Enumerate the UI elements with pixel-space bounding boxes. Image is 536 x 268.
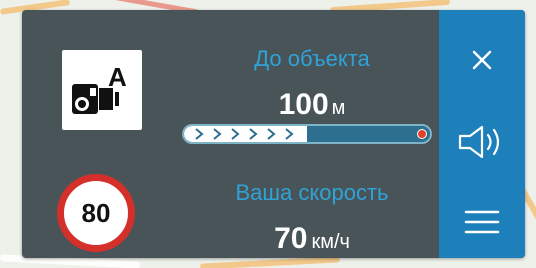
current-speed-unit: км/ч xyxy=(311,231,350,253)
speed-limit-value: 80 xyxy=(81,197,111,228)
current-speed-label: Ваша скорость xyxy=(235,180,389,205)
speed-camera-sign: A xyxy=(62,50,142,130)
close-button[interactable] xyxy=(439,30,525,90)
distance-value: 100 xyxy=(278,88,329,121)
distance-label: До объекта xyxy=(254,46,370,71)
camera-warning-panel: A 80 До объекта 100м Ваша скорость 70к xyxy=(22,10,525,258)
hamburger-menu-icon xyxy=(464,210,500,234)
speed-limit-sign: 80 xyxy=(57,174,135,252)
speaker-icon xyxy=(458,125,500,159)
menu-button[interactable] xyxy=(439,192,525,252)
close-icon xyxy=(472,50,492,70)
progress-chevrons-icon xyxy=(192,127,302,141)
distance-unit: м xyxy=(331,97,346,119)
camera-position-marker xyxy=(417,129,427,139)
current-speed-readout: 70 км/ч xyxy=(182,222,442,256)
action-sidebar xyxy=(439,10,525,258)
sound-toggle-button[interactable] xyxy=(439,112,525,172)
lane-letter: A xyxy=(108,62,127,92)
speed-camera-icon xyxy=(72,84,119,114)
current-speed-value: 70 xyxy=(274,222,308,255)
distance-progress-bar xyxy=(182,124,432,144)
distance-readout: 100 м xyxy=(182,88,442,122)
